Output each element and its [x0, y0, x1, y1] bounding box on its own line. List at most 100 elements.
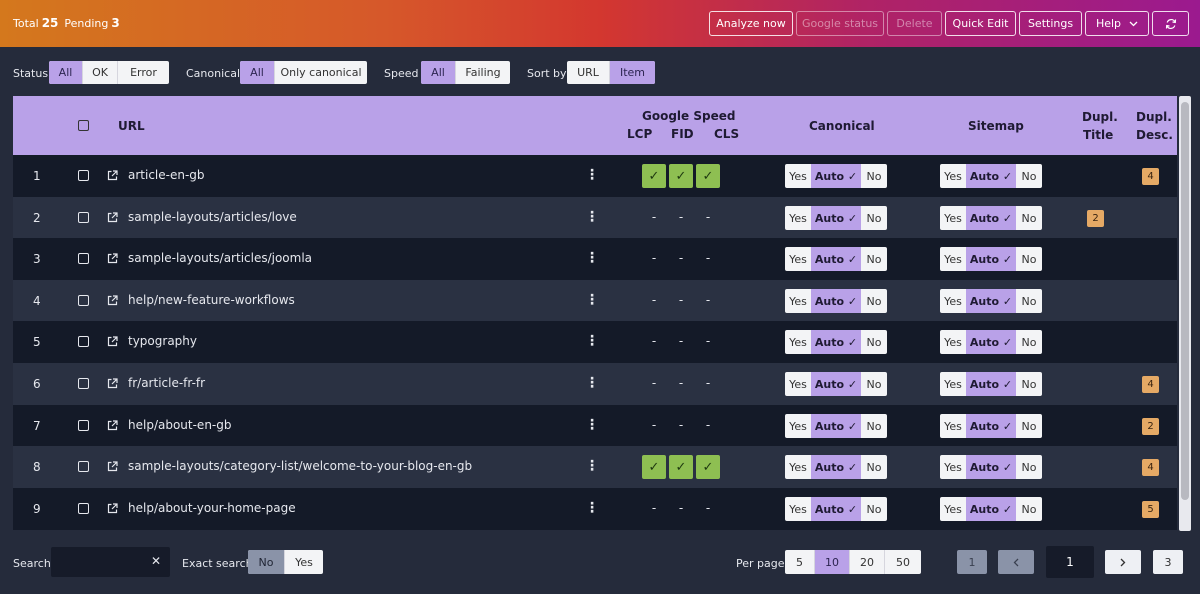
speed-all-option[interactable]: All — [421, 61, 456, 84]
row-checkbox[interactable] — [78, 503, 89, 514]
canonical-all-option[interactable]: All — [240, 61, 275, 84]
scrollbar-thumb[interactable] — [1181, 102, 1189, 500]
canonical-auto[interactable]: Auto ✓ — [811, 372, 861, 396]
sitemap-auto[interactable]: Auto ✓ — [966, 206, 1016, 230]
help-button[interactable]: Help — [1085, 11, 1149, 36]
settings-button[interactable]: Settings — [1019, 11, 1082, 36]
canonical-no[interactable]: No — [861, 497, 887, 521]
canonical-no[interactable]: No — [861, 164, 887, 188]
canonical-auto[interactable]: Auto ✓ — [811, 206, 861, 230]
sitemap-auto[interactable]: Auto ✓ — [966, 289, 1016, 313]
per-page-50[interactable]: 50 — [885, 550, 921, 574]
analyze-now-button[interactable]: Analyze now — [709, 11, 793, 36]
canonical-auto[interactable]: Auto ✓ — [811, 497, 861, 521]
dupl-desc-badge[interactable]: 4 — [1142, 459, 1159, 476]
dupl-desc-badge[interactable]: 2 — [1142, 418, 1159, 435]
row-checkbox[interactable] — [78, 378, 89, 389]
external-link-icon[interactable] — [107, 295, 118, 306]
exact-search-yes[interactable]: Yes — [285, 550, 323, 574]
row-menu-icon[interactable]: ⋮ — [585, 417, 599, 433]
row-url[interactable]: help/about-en-gb — [128, 418, 232, 432]
sitemap-auto[interactable]: Auto ✓ — [966, 372, 1016, 396]
external-link-icon[interactable] — [107, 170, 118, 181]
sitemap-auto[interactable]: Auto ✓ — [966, 497, 1016, 521]
canonical-only-option[interactable]: Only canonical — [275, 61, 367, 84]
next-page-button[interactable] — [1105, 550, 1141, 574]
select-all-checkbox[interactable] — [78, 120, 89, 131]
canonical-yes[interactable]: Yes — [785, 206, 811, 230]
row-url[interactable]: fr/article-fr-fr — [128, 376, 205, 390]
row-url[interactable]: help/new-feature-workflows — [128, 293, 295, 307]
sitemap-auto[interactable]: Auto ✓ — [966, 330, 1016, 354]
canonical-no[interactable]: No — [861, 372, 887, 396]
dupl-desc-badge[interactable]: 4 — [1142, 376, 1159, 393]
canonical-yes[interactable]: Yes — [785, 372, 811, 396]
external-link-icon[interactable] — [107, 461, 118, 472]
sitemap-yes[interactable]: Yes — [940, 414, 966, 438]
sitemap-no[interactable]: No — [1016, 497, 1042, 521]
row-menu-icon[interactable]: ⋮ — [585, 167, 599, 183]
status-ok-option[interactable]: OK — [83, 61, 118, 84]
sort-item-option[interactable]: Item — [610, 61, 655, 84]
sitemap-no[interactable]: No — [1016, 372, 1042, 396]
sitemap-no[interactable]: No — [1016, 164, 1042, 188]
status-error-option[interactable]: Error — [118, 61, 169, 84]
canonical-auto[interactable]: Auto ✓ — [811, 414, 861, 438]
delete-button[interactable]: Delete — [887, 11, 942, 36]
canonical-yes[interactable]: Yes — [785, 455, 811, 479]
canonical-yes[interactable]: Yes — [785, 164, 811, 188]
row-url[interactable]: sample-layouts/articles/love — [128, 210, 297, 224]
sitemap-no[interactable]: No — [1016, 289, 1042, 313]
canonical-auto[interactable]: Auto ✓ — [811, 164, 861, 188]
row-menu-icon[interactable]: ⋮ — [585, 292, 599, 308]
external-link-icon[interactable] — [107, 253, 118, 264]
sitemap-auto[interactable]: Auto ✓ — [966, 455, 1016, 479]
sitemap-no[interactable]: No — [1016, 330, 1042, 354]
sitemap-no[interactable]: No — [1016, 414, 1042, 438]
first-page-button[interactable]: 1 — [957, 550, 987, 574]
sitemap-no[interactable]: No — [1016, 247, 1042, 271]
sitemap-yes[interactable]: Yes — [940, 497, 966, 521]
google-status-button[interactable]: Google status — [796, 11, 884, 36]
canonical-yes[interactable]: Yes — [785, 247, 811, 271]
sitemap-auto[interactable]: Auto ✓ — [966, 247, 1016, 271]
table-scrollbar[interactable] — [1179, 96, 1191, 531]
canonical-no[interactable]: No — [861, 206, 887, 230]
sitemap-auto[interactable]: Auto ✓ — [966, 414, 1016, 438]
search-input[interactable]: ✕ — [51, 547, 170, 577]
canonical-yes[interactable]: Yes — [785, 289, 811, 313]
canonical-no[interactable]: No — [861, 247, 887, 271]
row-url[interactable]: typography — [128, 334, 197, 348]
canonical-no[interactable]: No — [861, 289, 887, 313]
canonical-yes[interactable]: Yes — [785, 497, 811, 521]
external-link-icon[interactable] — [107, 503, 118, 514]
canonical-yes[interactable]: Yes — [785, 414, 811, 438]
exact-search-no[interactable]: No — [248, 550, 285, 574]
row-menu-icon[interactable]: ⋮ — [585, 375, 599, 391]
status-all-option[interactable]: All — [49, 61, 83, 84]
sitemap-auto[interactable]: Auto ✓ — [966, 164, 1016, 188]
quick-edit-button[interactable]: Quick Edit — [945, 11, 1016, 36]
dupl-desc-badge[interactable]: 4 — [1142, 168, 1159, 185]
prev-page-button[interactable] — [998, 550, 1034, 574]
row-checkbox[interactable] — [78, 212, 89, 223]
per-page-20[interactable]: 20 — [850, 550, 885, 574]
external-link-icon[interactable] — [107, 420, 118, 431]
canonical-yes[interactable]: Yes — [785, 330, 811, 354]
row-menu-icon[interactable]: ⋮ — [585, 500, 599, 516]
sitemap-yes[interactable]: Yes — [940, 455, 966, 479]
sitemap-yes[interactable]: Yes — [940, 164, 966, 188]
row-url[interactable]: sample-layouts/category-list/welcome-to-… — [128, 459, 472, 473]
row-url[interactable]: article-en-gb — [128, 168, 205, 182]
row-checkbox[interactable] — [78, 336, 89, 347]
canonical-auto[interactable]: Auto ✓ — [811, 330, 861, 354]
row-checkbox[interactable] — [78, 170, 89, 181]
row-checkbox[interactable] — [78, 253, 89, 264]
row-checkbox[interactable] — [78, 461, 89, 472]
sitemap-yes[interactable]: Yes — [940, 372, 966, 396]
canonical-no[interactable]: No — [861, 414, 887, 438]
canonical-auto[interactable]: Auto ✓ — [811, 247, 861, 271]
dupl-desc-badge[interactable]: 5 — [1142, 501, 1159, 518]
per-page-10[interactable]: 10 — [815, 550, 850, 574]
per-page-5[interactable]: 5 — [785, 550, 815, 574]
